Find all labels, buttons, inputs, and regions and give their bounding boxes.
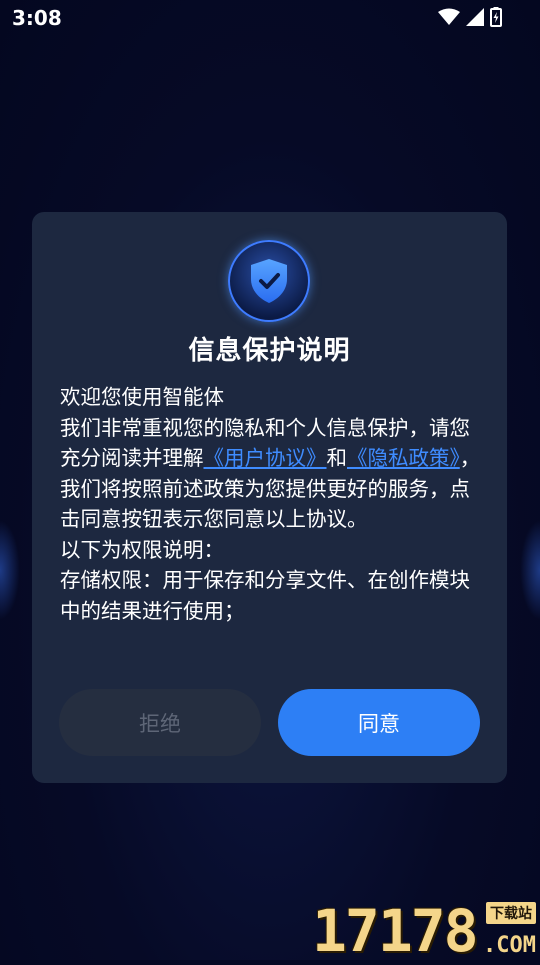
permissions-heading: 以下为权限说明： (60, 537, 224, 562)
status-bar: 3:08 (0, 0, 540, 36)
agree-button[interactable]: 同意 (278, 689, 480, 756)
side-glow-left (0, 520, 20, 620)
watermark-tag: 下载站 (486, 902, 536, 924)
status-icons (438, 7, 502, 27)
user-agreement-link[interactable]: 《用户协议》 (204, 446, 327, 470)
reject-button[interactable]: 拒绝 (59, 689, 261, 756)
battery-charging-icon (490, 7, 502, 27)
agreement-text-and: 和 (326, 446, 348, 470)
wifi-icon (438, 8, 460, 26)
agreement-paragraph: 我们非常重视您的隐私和个人信息保护，请您充分阅读并理解《用户协议》和《隐私政策》… (60, 413, 488, 535)
dialog-title: 信息保护说明 (188, 336, 351, 366)
status-time: 3:08 (12, 6, 62, 30)
storage-permission-text: 存储权限：用于保存和分享文件、在创作模块中的结果进行使用； (60, 568, 470, 623)
dialog-body: 欢迎您使用智能体 我们非常重视您的隐私和个人信息保护，请您充分阅读并理解《用户协… (60, 382, 488, 626)
privacy-policy-link[interactable]: 《隐私政策》 (347, 446, 460, 470)
shield-check-icon (228, 240, 310, 322)
greeting-text: 欢迎您使用智能体 (60, 385, 224, 409)
signal-icon (466, 8, 484, 26)
watermark-logo: 17178 下载站 .COM (312, 900, 536, 960)
side-glow-right (520, 520, 540, 620)
privacy-dialog: 信息保护说明 欢迎您使用智能体 我们非常重视您的隐私和个人信息保护，请您充分阅读… (32, 212, 507, 783)
watermark-number: 17178 (312, 897, 479, 965)
watermark-domain: .COM (483, 933, 536, 958)
